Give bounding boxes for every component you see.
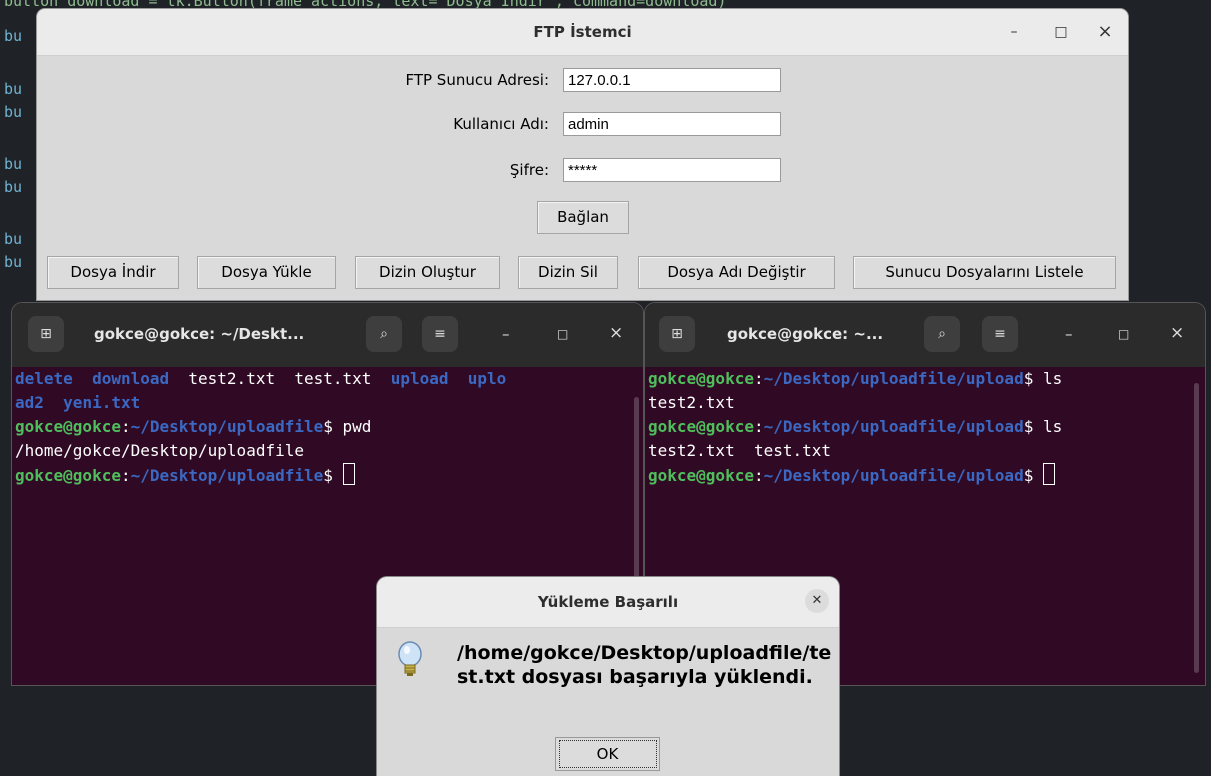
prompt-user: gokce@gokce (648, 417, 754, 436)
command: pwd (342, 417, 372, 436)
text-cursor (342, 463, 355, 485)
search-icon[interactable]: ⌕ (366, 316, 402, 352)
dir-entry: delete (15, 369, 73, 388)
text-cursor (1042, 463, 1055, 485)
close-icon[interactable]: × (609, 323, 623, 343)
ok-button-label: OK (558, 740, 657, 768)
prompt-path: ~/Desktop/uploadfile (130, 466, 324, 485)
editor-line: bu (4, 80, 23, 98)
editor-line: bu (4, 27, 23, 45)
minimize-icon[interactable]: – (1003, 21, 1025, 43)
command: ls (1042, 369, 1063, 388)
ftp-client-window: FTP İstemci – □ × FTP Sunucu Adresi: 127… (37, 9, 1128, 300)
server-address-label: FTP Sunucu Adresi: (405, 71, 549, 89)
editor-line: bu (4, 253, 23, 271)
upload-file-button[interactable]: Dosya Yükle (197, 256, 336, 289)
file-entry: test2.txt (188, 369, 276, 388)
connect-button[interactable]: Bağlan (537, 201, 629, 234)
ok-button[interactable]: OK (555, 737, 660, 771)
dir-entry: yeni.txt (63, 393, 141, 412)
close-icon[interactable]: × (1094, 21, 1116, 43)
username-label: Kullanıcı Adı: (453, 115, 549, 133)
editor-line: bu (4, 103, 23, 121)
search-icon[interactable]: ⌕ (924, 316, 960, 352)
rename-file-button[interactable]: Dosya Adı Değiştir (638, 256, 835, 289)
prompt-user: gokce@gokce (648, 369, 754, 388)
minimize-icon[interactable]: – (502, 325, 510, 343)
lightbulb-icon (398, 641, 422, 676)
editor-line: bu (4, 178, 23, 196)
maximize-icon[interactable]: □ (557, 327, 568, 341)
terminal-titlebar[interactable]: ⊞ gokce@gokce: ~... ⌕ ≡ – □ × (645, 303, 1205, 367)
dialog-message: /home/gokce/Desktop/uploadfile/test.txt … (457, 642, 832, 688)
prompt-user: gokce@gokce (15, 417, 121, 436)
menu-icon[interactable]: ≡ (982, 316, 1018, 352)
prompt-user: gokce@gokce (648, 466, 754, 485)
new-tab-icon[interactable]: ⊞ (659, 316, 695, 352)
editor-line: bu (4, 155, 23, 173)
command: ls (1042, 417, 1063, 436)
close-icon[interactable]: × (1170, 323, 1184, 343)
dir-entry: ad2 (15, 393, 44, 412)
password-label: Şifre: (509, 161, 549, 179)
prompt-path: ~/Desktop/uploadfile/upload (763, 466, 1024, 485)
new-tab-icon[interactable]: ⊞ (28, 316, 64, 352)
upload-success-dialog: Yükleme Başarılı ✕ /home/gokce/Desktop/u… (377, 577, 839, 776)
ftp-titlebar[interactable]: FTP İstemci – □ × (37, 9, 1128, 56)
create-directory-button[interactable]: Dizin Oluştur (355, 256, 500, 289)
prompt-path: ~/Desktop/uploadfile (130, 417, 324, 436)
close-icon[interactable]: ✕ (805, 589, 829, 613)
password-input[interactable]: ***** (563, 158, 781, 182)
editor-line: bu (4, 230, 23, 248)
scrollbar[interactable] (1194, 383, 1199, 673)
menu-icon[interactable]: ≡ (422, 316, 458, 352)
minimize-icon[interactable]: – (1065, 325, 1073, 343)
dir-entry: upload (390, 369, 449, 388)
command-output: test2.txt test.txt (648, 441, 832, 460)
prompt-user: gokce@gokce (15, 466, 121, 485)
maximize-icon[interactable]: □ (1050, 21, 1072, 43)
window-title: FTP İstemci (533, 23, 632, 41)
terminal-title: gokce@gokce: ~... (727, 325, 884, 343)
download-file-button[interactable]: Dosya İndir (47, 256, 179, 289)
file-entry: test.txt (294, 369, 372, 388)
dir-entry: download (92, 369, 170, 388)
maximize-icon[interactable]: □ (1118, 327, 1129, 341)
dir-entry: uplo (467, 369, 507, 388)
prompt-path: ~/Desktop/uploadfile/upload (763, 369, 1024, 388)
server-address-input[interactable]: 127.0.0.1 (563, 68, 781, 92)
dialog-titlebar[interactable]: Yükleme Başarılı ✕ (377, 577, 839, 628)
list-server-files-button[interactable]: Sunucu Dosyalarını Listele (853, 256, 1116, 289)
prompt-path: ~/Desktop/uploadfile/upload (763, 417, 1024, 436)
terminal-titlebar[interactable]: ⊞ gokce@gokce: ~/Deskt... ⌕ ≡ – □ × (12, 303, 643, 367)
command-output: /home/gokce/Desktop/uploadfile (15, 441, 304, 460)
username-input[interactable]: admin (563, 112, 781, 136)
command-output: test2.txt (648, 393, 735, 412)
delete-directory-button[interactable]: Dizin Sil (518, 256, 618, 289)
terminal-title: gokce@gokce: ~/Deskt... (94, 325, 305, 343)
dialog-title: Yükleme Başarılı (537, 593, 679, 611)
